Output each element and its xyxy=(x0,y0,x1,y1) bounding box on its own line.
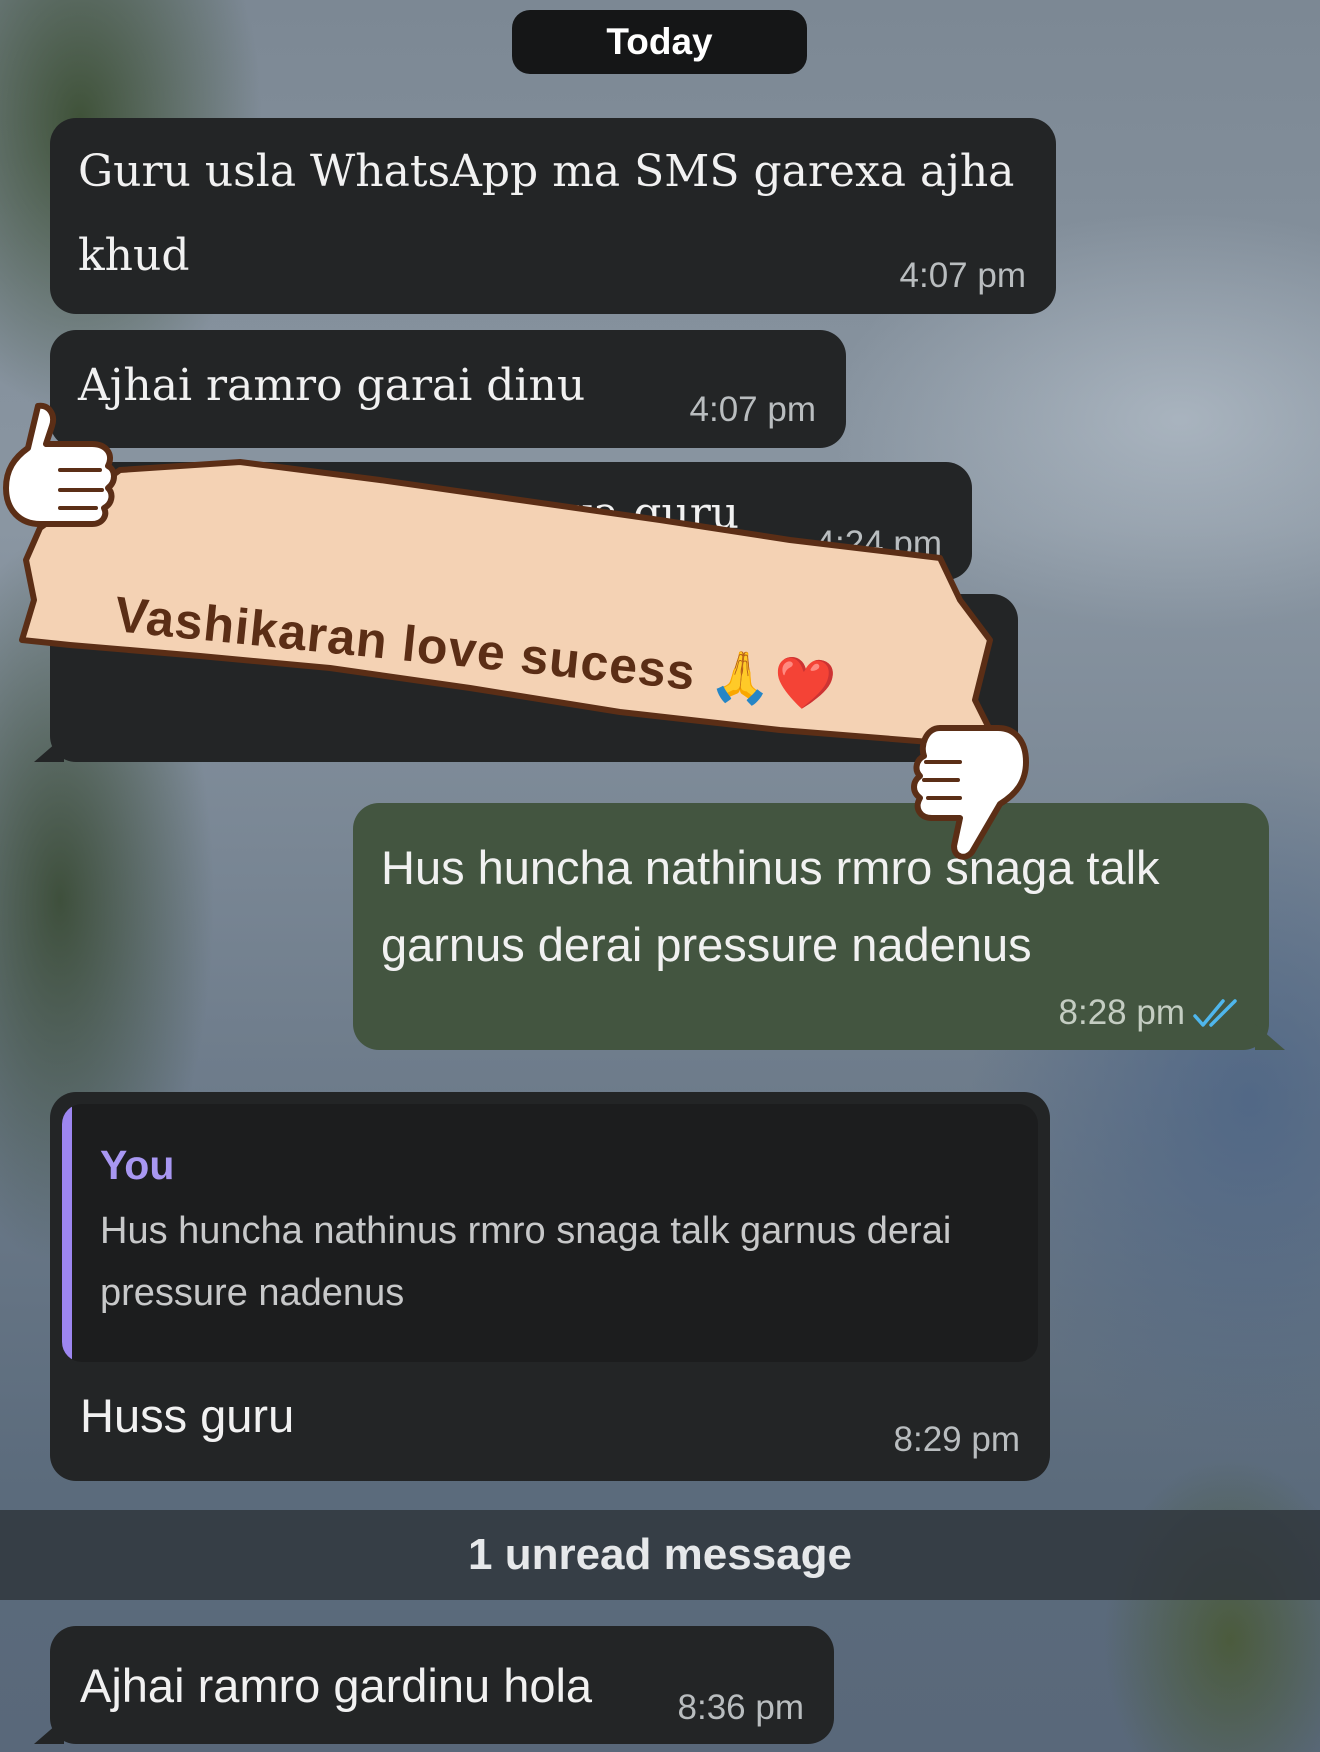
date-divider-label: Today xyxy=(606,21,713,62)
message-time: 8:29 pm xyxy=(893,1420,1020,1459)
message-time: 8:36 pm xyxy=(677,1688,804,1727)
bubble-tail xyxy=(34,1718,64,1744)
bubble-tail xyxy=(1255,1024,1285,1050)
message-time: 8:28 pm xyxy=(1058,993,1185,1032)
bubble-tail xyxy=(34,736,64,762)
quoted-reply[interactable]: You Hus huncha nathinus rmro snaga talk … xyxy=(62,1104,1038,1362)
reply-author: You xyxy=(100,1142,175,1188)
message-text: ...la ma xa guru xyxy=(390,488,740,539)
message-bubble-incoming-obscured[interactable] xyxy=(34,594,1018,762)
message-bubble-outgoing[interactable]: Hus huncha nathinus rmro snaga talk garn… xyxy=(353,803,1285,1050)
message-bubble-incoming[interactable]: ...la ma xa guru 4:24 pm xyxy=(50,462,972,580)
message-time: 4:24 pm xyxy=(815,524,942,563)
reply-accent-bar xyxy=(62,1104,72,1362)
chat-thread: Today Guru usla WhatsApp ma SMS garexa a… xyxy=(0,0,1320,1752)
unread-label: 1 unread message xyxy=(468,1530,852,1579)
message-time: 4:07 pm xyxy=(899,256,1026,295)
double-check-icon xyxy=(1193,999,1237,1027)
message-text: Ajhai ramro gardinu hola xyxy=(80,1659,593,1712)
date-divider: Today xyxy=(512,10,807,74)
message-text: Guru usla WhatsApp ma SMS garexa ajha kh… xyxy=(78,146,1015,281)
unread-divider: 1 unread message xyxy=(0,1510,1320,1600)
message-bubble-incoming[interactable]: Guru usla WhatsApp ma SMS garexa ajha kh… xyxy=(50,118,1056,314)
message-bubble-incoming[interactable]: Ajhai ramro gardinu hola 8:36 pm xyxy=(34,1626,834,1744)
message-text: Ajhai ramro garai dinu xyxy=(78,360,586,411)
message-bubble-incoming[interactable]: Ajhai ramro garai dinu 4:07 pm xyxy=(50,330,846,448)
reply-text: Hus huncha nathinus rmro snaga talk garn… xyxy=(100,1210,952,1314)
message-text: Huss guru xyxy=(80,1389,295,1442)
message-text: Hus huncha nathinus rmro snaga talk garn… xyxy=(381,841,1160,971)
message-bubble-incoming-reply[interactable]: You Hus huncha nathinus rmro snaga talk … xyxy=(50,1092,1050,1481)
message-time: 4:07 pm xyxy=(689,390,816,429)
